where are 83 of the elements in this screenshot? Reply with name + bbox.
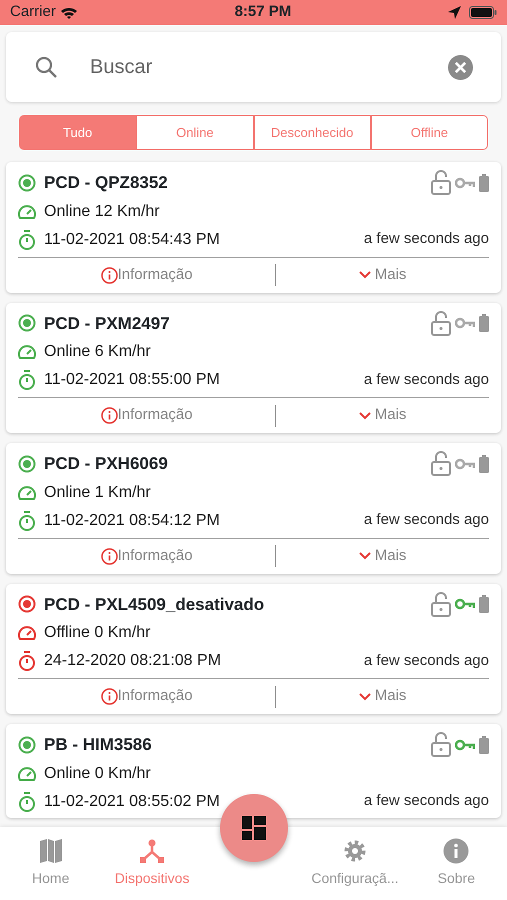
chevron-down-icon	[358, 692, 371, 700]
unlocked-padlock-icon	[431, 732, 451, 758]
search-icon	[34, 55, 58, 79]
speedometer-icon	[18, 344, 36, 360]
filter-tab[interactable]: Desconhecido	[254, 115, 371, 150]
speed-text: Online 0 Km/hr	[44, 764, 151, 784]
more-link[interactable]: Mais	[358, 264, 406, 286]
speed-text: Online 6 Km/hr	[44, 342, 151, 362]
more-link[interactable]: Mais	[358, 544, 406, 568]
device-name: PCD - QPZ8352	[44, 172, 168, 194]
info-link[interactable]: Informação	[100, 685, 193, 708]
more-link[interactable]: Mais	[358, 685, 406, 708]
unlocked-padlock-icon	[431, 451, 451, 476]
battery-icon	[479, 454, 489, 473]
timestamp-text: 11-02-2021 08:54:12 PM	[44, 510, 220, 530]
tab-bar-item[interactable]: Sobre	[406, 838, 507, 889]
info-link[interactable]: Informação	[100, 544, 193, 568]
carrier-label: Carrier	[10, 2, 56, 22]
time-ago-text: a few seconds ago	[364, 370, 489, 390]
filter-tab[interactable]: Offline	[370, 115, 488, 150]
battery-icon	[468, 6, 497, 19]
device-name: PB - HIM3586	[44, 734, 152, 756]
speed-text: Online 12 Km/hr	[44, 202, 160, 222]
clear-icon[interactable]	[448, 54, 473, 80]
timestamp-text: 24-12-2020 08:21:08 PM	[44, 651, 222, 671]
speedometer-icon	[18, 625, 36, 641]
search-bar[interactable]: Buscar	[6, 32, 501, 102]
tab-bar-item[interactable]: Configuraçã...	[304, 838, 406, 889]
device-name: PCD - PXM2497	[44, 312, 170, 334]
speed-text: Online 1 Km/hr	[44, 482, 151, 502]
time-ago-text: a few seconds ago	[364, 510, 489, 530]
speedometer-icon	[18, 204, 36, 220]
info-link[interactable]: Informação	[100, 264, 193, 286]
stopwatch-icon	[18, 510, 36, 530]
search-field[interactable]: Buscar	[88, 51, 448, 83]
stopwatch-icon	[18, 651, 36, 671]
gear-icon	[342, 838, 368, 864]
device-name: PCD - PXL4509_desativado	[44, 594, 264, 616]
speedometer-icon	[18, 766, 36, 782]
device-card[interactable]: PCD - PXL4509_desativado Offline 0 Km/hr 24-12-2020 08:21:08 PM a few seconds ago Informação Mais	[6, 584, 501, 714]
location-arrow-icon	[448, 6, 461, 19]
stopwatch-icon	[18, 370, 36, 390]
battery-icon	[479, 174, 489, 192]
info-icon	[100, 407, 118, 424]
unlocked-padlock-icon	[431, 170, 451, 196]
chevron-down-icon	[358, 412, 371, 420]
filter-tab[interactable]: Online	[136, 115, 254, 150]
device-card[interactable]: PB - HIM3586 Online 0 Km/hr 11-02-2021 08:55:02 PM a few seconds ago	[6, 724, 501, 818]
tab-bar-item[interactable]: Dispositivos	[101, 838, 203, 889]
stopwatch-icon	[18, 230, 36, 250]
time-ago-text: a few seconds ago	[364, 791, 489, 812]
chevron-down-icon	[358, 271, 371, 279]
time-ago-text: a few seconds ago	[364, 650, 489, 671]
info-icon	[100, 266, 118, 284]
info-link[interactable]: Informação	[100, 404, 193, 427]
device-card[interactable]: PCD - QPZ8352 Online 12 Km/hr 11-02-2021 08:54:43 PM a few seconds ago Informação Mais	[6, 162, 501, 292]
time-ago-text: a few seconds ago	[364, 229, 489, 250]
unlocked-padlock-icon	[431, 310, 451, 336]
device-name: PCD - PXH6069	[44, 453, 168, 475]
speed-text: Offline 0 Km/hr	[44, 623, 150, 643]
clock-time: 8:57 PM	[234, 2, 292, 22]
unlocked-padlock-icon	[431, 592, 451, 617]
chevron-down-icon	[358, 552, 371, 560]
stopwatch-icon	[18, 792, 36, 812]
timestamp-text: 11-02-2021 08:54:43 PM	[44, 230, 220, 250]
network-icon	[139, 838, 166, 864]
battery-icon	[479, 595, 489, 614]
speedometer-icon	[18, 484, 36, 500]
device-card[interactable]: PCD - PXM2497 Online 6 Km/hr 11-02-2021 08:55:00 PM a few seconds ago Informação Mais	[6, 302, 501, 433]
device-card[interactable]: PCD - PXH6069 Online 1 Km/hr 11-02-2021 08:54:12 PM a few seconds ago Informação Mais	[6, 443, 501, 574]
battery-icon	[479, 314, 489, 332]
map-icon	[38, 838, 63, 864]
info-icon	[443, 838, 470, 864]
battery-icon	[479, 736, 489, 754]
more-link[interactable]: Mais	[358, 404, 406, 427]
wifi-icon	[60, 6, 78, 20]
info-icon	[100, 688, 118, 705]
dashboard-icon	[242, 816, 266, 840]
info-icon	[100, 548, 118, 564]
timestamp-text: 11-02-2021 08:55:02 PM	[44, 792, 220, 812]
timestamp-text: 11-02-2021 08:55:00 PM	[44, 370, 220, 390]
tab-bar-item[interactable]: Home	[0, 838, 102, 889]
filter-tab[interactable]: Tudo	[19, 115, 136, 150]
